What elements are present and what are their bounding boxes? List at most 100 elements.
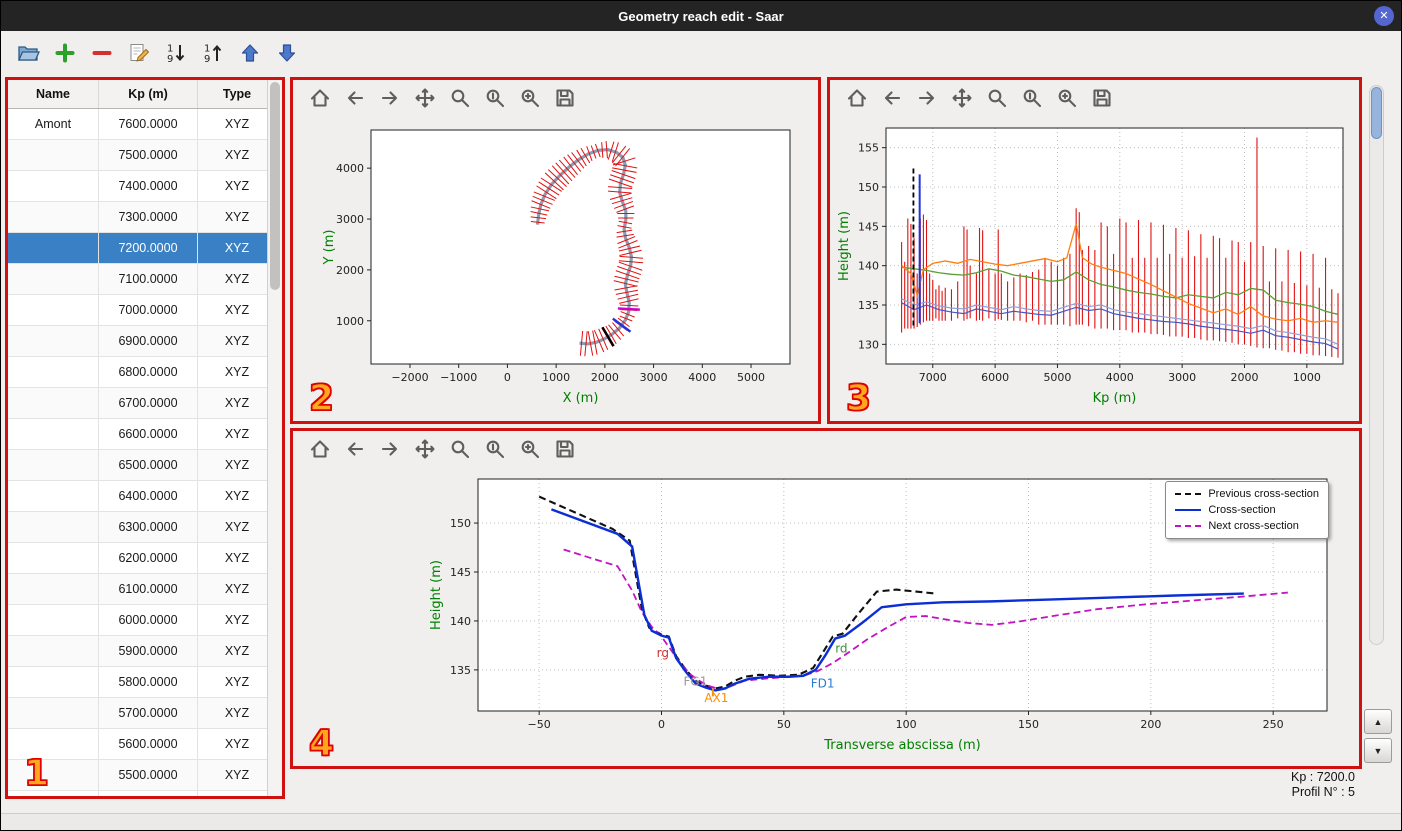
table-cell[interactable]: XYZ <box>197 573 268 605</box>
remove-cross-section-button[interactable] <box>87 38 117 68</box>
right-scrollbar-thumb[interactable] <box>1371 87 1382 139</box>
home-button[interactable] <box>844 85 870 111</box>
table-cell[interactable]: 5700.0000 <box>98 697 198 729</box>
table-row[interactable]: 7300.0000 XYZ <box>8 201 268 233</box>
zoom-one-button[interactable] <box>482 436 508 462</box>
table-cell[interactable]: XYZ <box>197 263 268 295</box>
table-cell[interactable]: 6100.0000 <box>98 573 198 605</box>
table-cell[interactable]: XYZ <box>197 232 268 264</box>
column-header-name[interactable]: Name <box>8 80 99 109</box>
table-cell[interactable]: XYZ <box>197 542 268 574</box>
save-button[interactable] <box>552 85 578 111</box>
table-cell[interactable]: 6700.0000 <box>98 387 198 419</box>
table-cell[interactable] <box>8 604 99 636</box>
table-row[interactable]: 6600.0000 XYZ <box>8 418 268 450</box>
table-cell[interactable]: XYZ <box>197 418 268 450</box>
cross-section-table[interactable]: Name Kp (m) Type Amont 7600.0000 XYZ 7500.0000… <box>8 80 268 796</box>
table-cell[interactable]: XYZ <box>197 387 268 419</box>
sort-descending-button[interactable]: 19 <box>161 38 191 68</box>
plan-plot[interactable]: −2000 −1000 0 1000 2000 3000 4000 5000 1000 2000 3… <box>293 116 818 416</box>
long-plot-canvas[interactable]: 7000 6000 5000 4000 3000 2000 1000 130 135 140 145… <box>830 116 1359 416</box>
right-scrollbar[interactable] <box>1369 85 1384 645</box>
table-cell[interactable]: 7300.0000 <box>98 201 198 233</box>
pan-button[interactable] <box>412 436 438 462</box>
table-cell[interactable]: XYZ <box>197 511 268 543</box>
table-cell[interactable]: XYZ <box>197 697 268 729</box>
table-cell[interactable]: XYZ <box>197 759 268 791</box>
zoom-button[interactable] <box>984 85 1010 111</box>
table-row[interactable]: 6700.0000 XYZ <box>8 387 268 419</box>
table-cell[interactable]: XYZ <box>197 635 268 667</box>
table-cell[interactable]: XYZ <box>197 139 268 171</box>
table-cell[interactable] <box>8 790 99 796</box>
table-row[interactable]: 5700.0000 XYZ <box>8 697 268 729</box>
zoom-plus-button[interactable] <box>517 436 543 462</box>
table-row[interactable]: 6900.0000 XYZ <box>8 325 268 357</box>
table-cell[interactable]: XYZ <box>197 325 268 357</box>
table-cell[interactable] <box>8 263 99 295</box>
table-cell[interactable] <box>8 635 99 667</box>
table-cell[interactable]: XYZ <box>197 604 268 636</box>
table-cell[interactable]: 6200.0000 <box>98 542 198 574</box>
back-button[interactable] <box>879 85 905 111</box>
table-cell[interactable] <box>8 418 99 450</box>
table-cell[interactable]: 5800.0000 <box>98 666 198 698</box>
close-button[interactable]: ✕ <box>1374 6 1394 26</box>
table-cell[interactable]: XYZ <box>197 356 268 388</box>
table-cell[interactable]: 5600.0000 <box>98 728 198 760</box>
forward-button[interactable] <box>377 85 403 111</box>
table-cell[interactable] <box>8 325 99 357</box>
table-cell[interactable]: XYZ <box>197 666 268 698</box>
table-cell[interactable]: Amont <box>8 108 99 140</box>
table-row[interactable]: Amont 7600.0000 XYZ <box>8 108 268 140</box>
table-cell[interactable]: XYZ <box>197 170 268 202</box>
table-row[interactable]: 7200.0000 XYZ <box>8 232 268 264</box>
table-cell[interactable] <box>8 449 99 481</box>
table-row[interactable]: 6200.0000 XYZ <box>8 542 268 574</box>
plan-plot-canvas[interactable]: −2000 −1000 0 1000 2000 3000 4000 5000 1000 2000 3… <box>293 116 818 416</box>
table-row[interactable]: 5900.0000 XYZ <box>8 635 268 667</box>
table-cell[interactable]: 6900.0000 <box>98 325 198 357</box>
table-cell[interactable]: 7500.0000 <box>98 139 198 171</box>
table-row[interactable]: 6300.0000 XYZ <box>8 511 268 543</box>
table-cell[interactable] <box>8 728 99 760</box>
table-cell[interactable]: 5400.0000 <box>98 790 198 796</box>
pan-button[interactable] <box>412 85 438 111</box>
table-cell[interactable]: 7200.0000 <box>98 232 198 264</box>
table-cell[interactable]: 7100.0000 <box>98 263 198 295</box>
table-cell[interactable]: XYZ <box>197 480 268 512</box>
home-button[interactable] <box>307 85 333 111</box>
open-button[interactable] <box>13 38 43 68</box>
zoom-one-button[interactable] <box>482 85 508 111</box>
table-cell[interactable]: XYZ <box>197 108 268 140</box>
table-cell[interactable] <box>8 542 99 574</box>
column-header-kp-m-[interactable]: Kp (m) <box>98 80 198 109</box>
table-cell[interactable]: 5500.0000 <box>98 759 198 791</box>
add-cross-section-button[interactable] <box>50 38 80 68</box>
home-button[interactable] <box>307 436 333 462</box>
profile-up-button[interactable]: ▲ <box>1364 709 1392 734</box>
table-row[interactable]: 7000.0000 XYZ <box>8 294 268 326</box>
table-row[interactable]: 7100.0000 XYZ <box>8 263 268 295</box>
table-cell[interactable] <box>8 170 99 202</box>
table-cell[interactable]: 7600.0000 <box>98 108 198 140</box>
table-cell[interactable]: XYZ <box>197 790 268 796</box>
sort-ascending-button[interactable]: 19 <box>198 38 228 68</box>
back-button[interactable] <box>342 85 368 111</box>
table-cell[interactable] <box>8 666 99 698</box>
table-row[interactable]: 6500.0000 XYZ <box>8 449 268 481</box>
save-button[interactable] <box>1089 85 1115 111</box>
table-scrollbar[interactable] <box>267 80 282 796</box>
edit-cross-section-button[interactable] <box>124 38 154 68</box>
table-scrollbar-thumb[interactable] <box>270 82 280 290</box>
profile-down-button[interactable]: ▼ <box>1364 738 1392 763</box>
move-up-button[interactable] <box>235 38 265 68</box>
table-cell[interactable] <box>8 294 99 326</box>
table-row[interactable]: 6400.0000 XYZ <box>8 480 268 512</box>
zoom-plus-button[interactable] <box>517 85 543 111</box>
forward-button[interactable] <box>377 436 403 462</box>
zoom-one-button[interactable] <box>1019 85 1045 111</box>
column-header-type[interactable]: Type <box>197 80 268 109</box>
table-cell[interactable]: 6300.0000 <box>98 511 198 543</box>
table-cell[interactable] <box>8 511 99 543</box>
